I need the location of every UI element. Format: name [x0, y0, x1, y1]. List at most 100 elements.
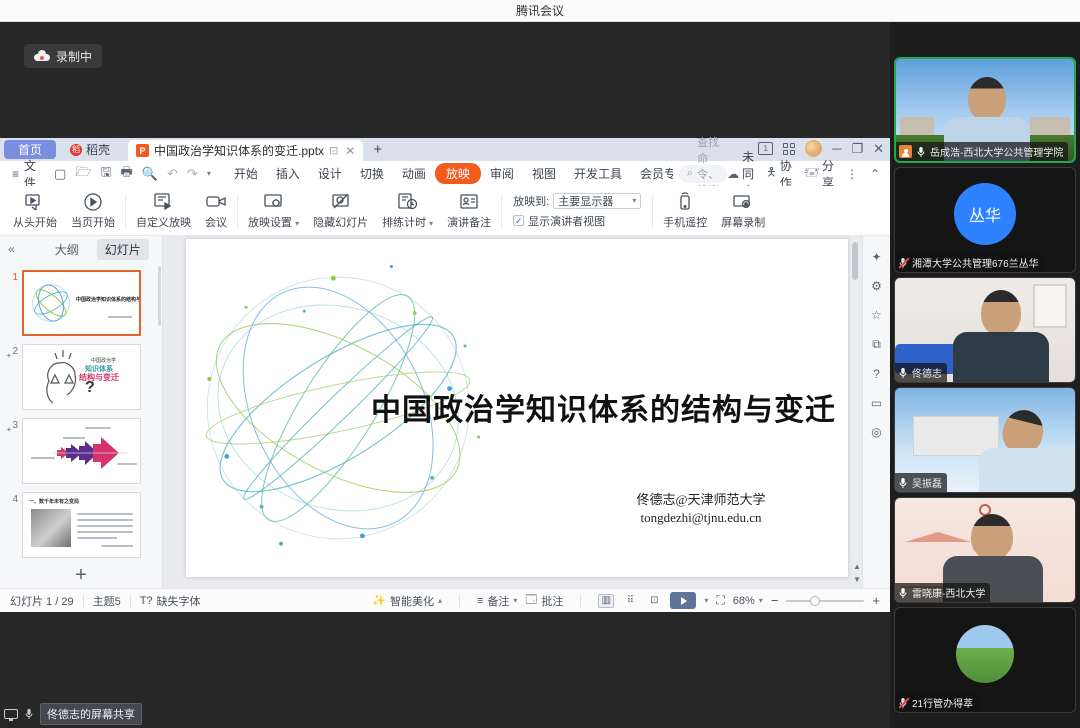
- participant-tile[interactable]: 丛华 湘潭大学公共管理676兰丛华: [894, 167, 1076, 273]
- slide-canvas[interactable]: 中国政治学知识体系的结构与变迁 佟德志@天津师范大学 tongdezhi@tjn…: [186, 239, 848, 577]
- new-file-icon[interactable]: ▢: [54, 166, 66, 182]
- slide-thumbnail-1[interactable]: 中国政治学知识体系的结构与变迁: [22, 270, 141, 336]
- slide-thumbnail-3[interactable]: [22, 418, 141, 484]
- tab-outline[interactable]: 大纲: [47, 239, 87, 260]
- toolbar-caret-icon[interactable]: ▾: [207, 169, 211, 178]
- speaker-notes-button[interactable]: 演讲备注: [440, 192, 498, 230]
- menu-slideshow[interactable]: 放映: [435, 163, 481, 184]
- show-settings-button[interactable]: ​放映设置 ▾: [241, 192, 306, 230]
- custom-show-button[interactable]: 自定义放映: [129, 192, 198, 230]
- slide-email: tongdezhi@tjnu.edu.cn: [586, 509, 816, 527]
- prev-slide-button[interactable]: ▲: [853, 562, 861, 571]
- participant-tile[interactable]: 佟德志: [894, 277, 1076, 383]
- collapse-ribbon-icon[interactable]: ⌃: [870, 167, 880, 181]
- zoom-in-button[interactable]: +: [872, 593, 880, 608]
- tab-docer[interactable]: 稻 稻壳: [60, 140, 120, 159]
- tab-close-icon[interactable]: ✕: [345, 144, 355, 158]
- participant-nameplate: 21行管办得萃: [895, 693, 978, 712]
- slide-title[interactable]: 中国政治学知识体系的结构与变迁: [371, 385, 836, 429]
- play-slideshow-button[interactable]: [670, 592, 696, 609]
- tab-pin-icon[interactable]: ⊡: [329, 144, 338, 157]
- share-label[interactable]: 佟德志的屏幕共享: [40, 703, 142, 725]
- missing-font-indicator[interactable]: T? 缺失字体: [140, 593, 201, 609]
- undo-icon[interactable]: ↶: [167, 166, 178, 182]
- slide-counter: 幻灯片 1 / 29: [10, 593, 74, 609]
- sorter-view-button[interactable]: ⠿: [622, 594, 638, 608]
- thumb1-title: 中国政治学知识体系的结构与变迁: [76, 296, 141, 303]
- more-icon[interactable]: ⋮: [846, 167, 858, 181]
- save-icon[interactable]: 🖫: [100, 163, 111, 185]
- next-slide-button[interactable]: ▼: [853, 575, 861, 584]
- recording-badge[interactable]: 录制中: [24, 44, 102, 68]
- comment-icon: 🗔: [525, 591, 537, 610]
- menu-member[interactable]: 会员专享: [631, 163, 673, 184]
- open-file-icon[interactable]: 🗁: [75, 163, 91, 185]
- menu-design[interactable]: 设计: [309, 163, 351, 184]
- menu-view[interactable]: 视图: [523, 163, 565, 184]
- slide-thumbnail-4[interactable]: 一、数千年未有之变局: [22, 492, 141, 558]
- normal-view-button[interactable]: ▥: [598, 594, 614, 608]
- shapes-icon[interactable]: ▭: [871, 396, 882, 410]
- menu-start[interactable]: 开始: [225, 163, 267, 184]
- phone-remote-button[interactable]: 手机遥控: [656, 192, 714, 230]
- canvas-scrollbar[interactable]: [851, 240, 859, 560]
- new-tab-button[interactable]: +: [373, 141, 382, 158]
- panel-scrollbar[interactable]: [158, 266, 161, 326]
- stickers-icon[interactable]: ◎: [871, 425, 881, 439]
- screen-share-icon[interactable]: [4, 709, 18, 719]
- zoom-slider[interactable]: [786, 600, 864, 602]
- from-beginning-button[interactable]: 从头开始: [6, 192, 64, 230]
- reading-view-button[interactable]: ⊡: [646, 594, 662, 608]
- menu-animation[interactable]: 动画: [393, 163, 435, 184]
- participant-tile[interactable]: 岳成浩-西北大学公共管理学院: [894, 57, 1076, 163]
- comments-button[interactable]: 🗔 批注: [525, 591, 563, 610]
- collapse-panel-icon[interactable]: «: [8, 242, 15, 256]
- menu-review[interactable]: 审阅: [481, 163, 523, 184]
- from-current-button[interactable]: 当页开始: [64, 192, 122, 230]
- presenter-view-checkbox[interactable]: ✓: [513, 215, 524, 226]
- zoom-out-button[interactable]: −: [771, 593, 779, 608]
- slide-thumb-row-2[interactable]: ✦2 中国政治学 知识体系 结构与变迁 ?: [2, 344, 156, 410]
- favorites-icon[interactable]: ☆: [871, 308, 882, 322]
- menu-insert[interactable]: 插入: [267, 163, 309, 184]
- zoom-slider-knob[interactable]: [810, 596, 820, 606]
- menu-transition[interactable]: 切换: [351, 163, 393, 184]
- preview-icon[interactable]: 🔍: [142, 166, 158, 182]
- redo-icon[interactable]: ↷: [187, 166, 198, 182]
- slide-thumbnail-2[interactable]: 中国政治学 知识体系 结构与变迁 ?: [22, 344, 141, 410]
- zoom-level[interactable]: 68% ▾: [733, 595, 763, 607]
- theme-indicator[interactable]: 主题5: [93, 593, 121, 609]
- rehearse-timing-button[interactable]: ​排练计时 ▾: [375, 192, 440, 230]
- command-search-box[interactable]: ⌕ 查找命令、搜索模板: [679, 165, 727, 183]
- help-icon[interactable]: ?: [873, 367, 880, 381]
- slide-thumb-row-4[interactable]: 4 一、数千年未有之变局: [2, 492, 156, 558]
- slide-thumb-row-1[interactable]: 1 中国政治学知识体系的结构与变迁: [2, 270, 156, 336]
- beautify-button[interactable]: ✨ 智能美化 ▴: [372, 593, 442, 609]
- menu-devtools[interactable]: 开发工具: [565, 163, 631, 184]
- tab-document[interactable]: P 中国政治学知识体系的变迁.pptx ⊡ ✕: [128, 140, 363, 161]
- display-target-select[interactable]: 主要显示器▾: [553, 193, 641, 209]
- smart-tools-icon[interactable]: ✦: [871, 250, 881, 264]
- screen-record-button[interactable]: 屏幕录制: [714, 192, 772, 230]
- slide-thumb-row-3[interactable]: ✦3: [2, 418, 156, 484]
- slide-author-block[interactable]: 佟德志@天津师范大学 tongdezhi@tjnu.edu.cn: [586, 491, 816, 526]
- fit-window-icon[interactable]: ⛶: [716, 593, 724, 608]
- tab-slides[interactable]: 幻灯片: [97, 239, 149, 260]
- meeting-button[interactable]: 会议: [198, 192, 234, 230]
- properties-icon[interactable]: ⚙: [871, 279, 882, 293]
- participant-tile[interactable]: 吴振磊: [894, 387, 1076, 493]
- play-options-caret[interactable]: ▾: [704, 596, 708, 605]
- participant-avatar-photo: [956, 625, 1014, 683]
- statusbar-right: ✨ 智能美化 ▴ ≡ 备注 ▾ 🗔 批注 ▥ ⠿ ⊡: [372, 591, 880, 610]
- hide-slide-button[interactable]: 隐藏幻灯片: [306, 192, 375, 230]
- clipboard-icon[interactable]: ⧉: [872, 337, 881, 352]
- participant-tile[interactable]: 21行管办得萃: [894, 607, 1076, 713]
- screen: 腾讯会议 录制中 首页 稻 稻壳 P 中国政治学知识体系的变迁.pptx ⊡ ✕…: [0, 0, 1080, 728]
- wps-body: « 大纲 幻灯片 1 中国政治学知识体系的结构与变迁: [0, 236, 890, 588]
- share-mic-icon[interactable]: [24, 708, 34, 720]
- notes-button[interactable]: ≡ 备注 ▾: [477, 593, 517, 609]
- add-slide-button[interactable]: +: [0, 564, 162, 587]
- person-icon: 🯅: [766, 163, 777, 184]
- participant-tile[interactable]: 雷晓康-西北大学: [894, 497, 1076, 603]
- print-icon[interactable]: 🖶: [121, 163, 133, 185]
